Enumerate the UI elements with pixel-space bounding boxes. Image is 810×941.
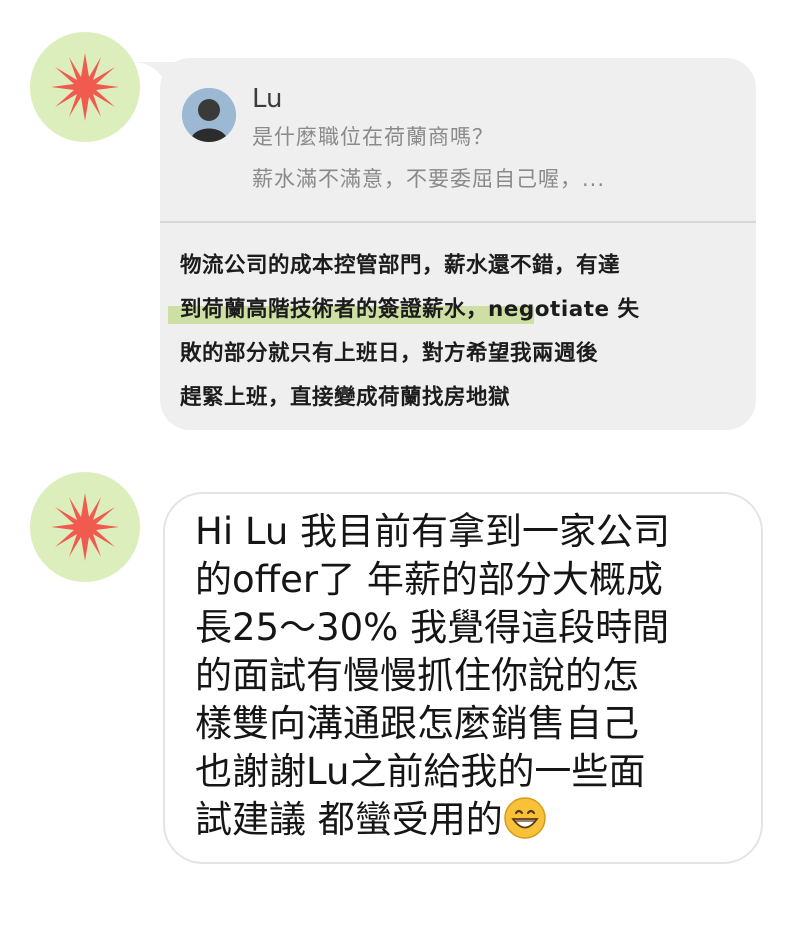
message-text-line-last: 試建議 都蠻受用的 <box>195 796 755 844</box>
message-text-line: Hi Lu 我目前有拿到一家公司 <box>195 510 671 553</box>
message-bubble-reply[interactable]: Lu 是什麼職位在荷蘭商嗎？ 薪水滿不滿意，不要委屈自己喔，... 物流公司的成… <box>160 58 756 430</box>
message-bubble[interactable]: Hi Lu 我目前有拿到一家公司 的offer了 年薪的部分大概成 長25～30… <box>163 492 763 864</box>
sender-avatar[interactable] <box>30 32 140 142</box>
starburst-icon <box>51 493 119 561</box>
message-text-line: 試建議 都蠻受用的 <box>195 798 503 841</box>
quoted-text-line: 薪水滿不滿意，不要委屈自己喔，... <box>252 167 606 191</box>
quote-divider <box>160 221 756 223</box>
quoted-sender-avatar <box>182 88 236 142</box>
sender-avatar[interactable] <box>30 472 140 582</box>
reply-text-line: 物流公司的成本控管部門，薪水還不錯，有達 <box>180 253 621 278</box>
grinning-face-emoji-icon <box>504 797 546 839</box>
reply-text-line: 趕緊上班，直接變成荷蘭找房地獄 <box>180 385 511 410</box>
message-text-line: 樣雙向溝通跟怎麼銷售自己 <box>195 702 639 745</box>
message-text-line: 長25～30% 我覺得這段時間 <box>195 606 670 649</box>
message-text-line: 的offer了 年薪的部分大概成 <box>195 558 663 601</box>
reply-message-text: 物流公司的成本控管部門，薪水還不錯，有達 到荷蘭高階技術者的簽證薪水，negot… <box>180 244 740 420</box>
message-text-line: 也謝謝Lu之前給我的一些面 <box>195 750 646 793</box>
quoted-message[interactable]: Lu 是什麼職位在荷蘭商嗎？ 薪水滿不滿意，不要委屈自己喔，... <box>160 58 756 221</box>
quoted-sender-name: Lu <box>252 84 283 114</box>
reply-text-line: 敗的部分就只有上班日，對方希望我兩週後 <box>180 341 599 366</box>
reply-text-line: 到荷蘭高階技術者的簽證薪水，negotiate 失 <box>180 297 640 322</box>
message-text: Hi Lu 我目前有拿到一家公司 的offer了 年薪的部分大概成 長25～30… <box>195 508 755 844</box>
message-text-line: 的面試有慢慢抓住你說的怎 <box>195 654 639 697</box>
quoted-text-line: 是什麼職位在荷蘭商嗎？ <box>252 125 494 149</box>
starburst-icon <box>51 53 119 121</box>
